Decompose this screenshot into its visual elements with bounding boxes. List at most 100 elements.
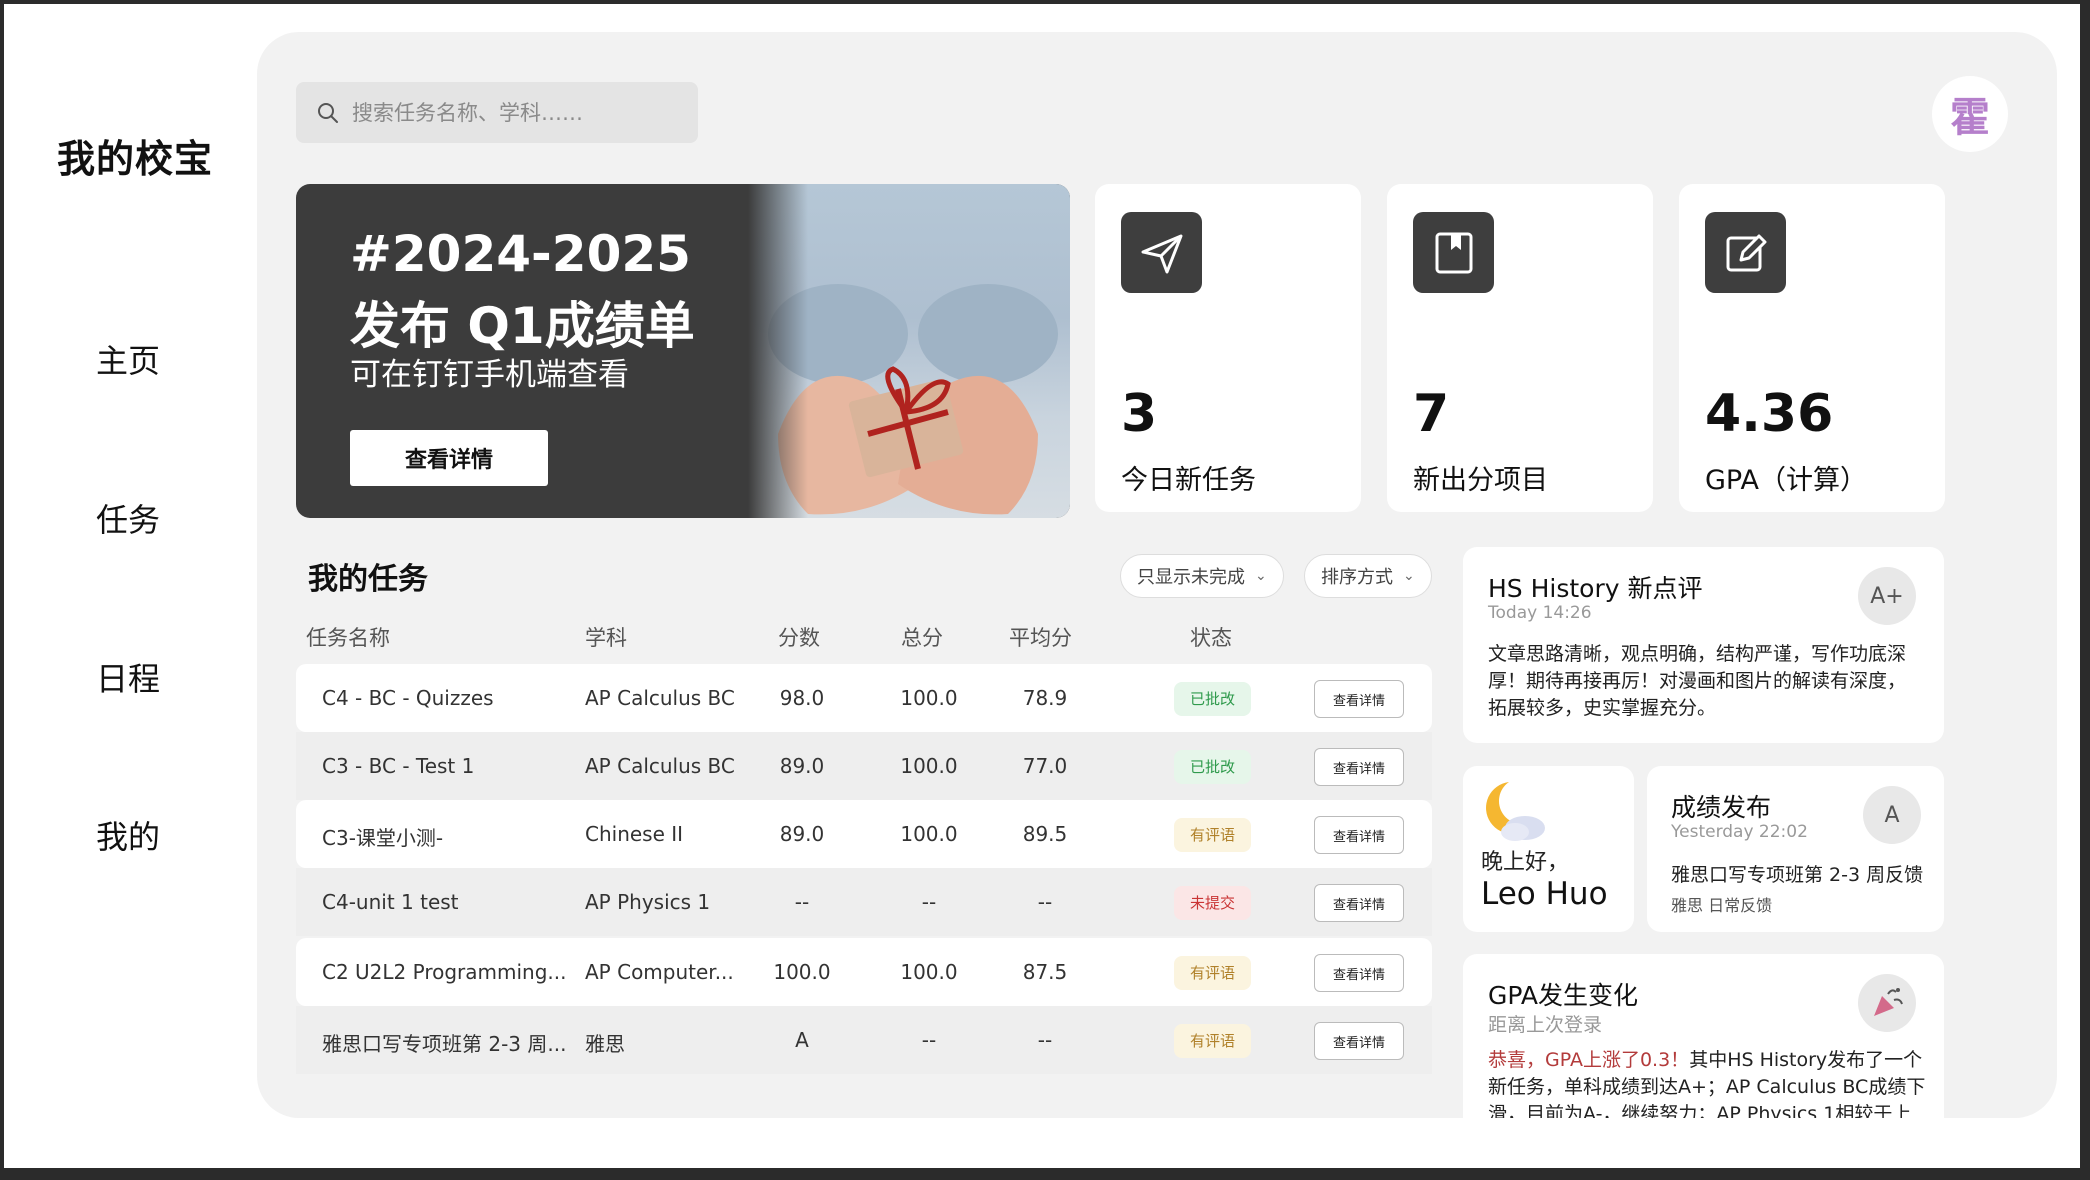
stat-card-gpa[interactable]: 4.36 GPA（计算）	[1679, 184, 1945, 512]
avatar[interactable]: 霍	[1932, 76, 2008, 152]
table-row[interactable]: C4 - BC - Quizzes AP Calculus BC 98.0 100.0…	[296, 664, 1432, 732]
score-cell: A	[795, 1028, 809, 1052]
grade-card-time: Yesterday 22:02	[1671, 822, 1808, 842]
bookmark-book-icon	[1413, 212, 1494, 293]
average-cell: --	[1037, 1028, 1053, 1052]
grade-card-title: 成绩发布	[1671, 793, 1772, 822]
stat-value: 7	[1413, 384, 1450, 444]
gpa-highlight: 恭喜，GPA上涨了0.3！	[1488, 1049, 1690, 1071]
task-name-cell: C3 - BC - Test 1	[322, 754, 475, 778]
average-cell: 89.5	[1022, 822, 1068, 846]
sidebar-item-schedule[interactable]: 日程	[96, 654, 160, 700]
total-cell: --	[921, 890, 937, 914]
status-badge: 未提交	[1174, 886, 1252, 920]
tasks-section-title: 我的任务	[308, 562, 428, 597]
table-row[interactable]: C2 U2L2 Programming... AP Computer... 100.…	[296, 938, 1432, 1006]
view-details-button[interactable]: 查看详情	[1314, 680, 1404, 718]
column-header-average[interactable]: 平均分	[1009, 622, 1072, 652]
sidebar-item-tasks[interactable]: 任务	[96, 495, 160, 541]
status-badge: 已批改	[1174, 750, 1252, 784]
sidebar-item-me[interactable]: 我的	[96, 812, 160, 858]
greeting-text: 晚上好，	[1481, 850, 1570, 875]
column-header-total[interactable]: 总分	[901, 622, 943, 652]
status-badge: 有评语	[1174, 956, 1252, 990]
party-popper-icon	[1858, 974, 1916, 1032]
score-cell: 98.0	[779, 686, 825, 710]
greeting-card: 晚上好， Leo Huo	[1463, 766, 1634, 932]
stat-value: 4.36	[1705, 384, 1834, 444]
banner-details-button[interactable]: 查看详情	[350, 430, 548, 486]
view-details-button[interactable]: 查看详情	[1314, 748, 1404, 786]
score-cell: --	[794, 890, 810, 914]
total-cell: 100.0	[900, 754, 958, 778]
search-input[interactable]	[352, 100, 692, 125]
edit-icon	[1705, 212, 1786, 293]
stat-label: 今日新任务	[1121, 465, 1256, 496]
score-cell: 89.0	[779, 754, 825, 778]
task-name-cell: C4 - BC - Quizzes	[322, 686, 494, 710]
task-name-cell: C2 U2L2 Programming...	[322, 960, 567, 984]
total-cell: 100.0	[900, 686, 958, 710]
average-cell: 78.9	[1022, 686, 1068, 710]
view-details-button[interactable]: 查看详情	[1314, 884, 1404, 922]
stat-card-new-tasks[interactable]: 3 今日新任务	[1095, 184, 1361, 512]
status-badge: 有评语	[1174, 1024, 1252, 1058]
history-review-card[interactable]: HS History 新点评 Today 14:26 A+ 文章思路清晰，观点明…	[1463, 547, 1944, 743]
table-row[interactable]: C4-unit 1 test AP Physics 1 -- -- -- 未提交 查看详情	[296, 868, 1432, 936]
total-cell: 100.0	[900, 960, 958, 984]
status-badge: 有评语	[1174, 818, 1252, 852]
average-cell: 87.5	[1022, 960, 1068, 984]
column-header-subject[interactable]: 学科	[585, 622, 627, 652]
moon-cloud-icon	[1479, 776, 1555, 848]
subject-cell: 雅思	[585, 1032, 625, 1056]
subject-cell: Chinese II	[585, 822, 684, 846]
send-icon	[1121, 212, 1202, 293]
gpa-change-card[interactable]: GPA发生变化 距离上次登录 恭喜，GPA上涨了0.3！其中HS History…	[1463, 954, 1944, 1118]
filter-incomplete-dropdown[interactable]: 只显示未完成 ⌄	[1120, 554, 1284, 598]
task-name-cell: 雅思口写专项班第 2-3 周...	[322, 1032, 567, 1056]
stat-label: 新出分项目	[1413, 465, 1548, 496]
sort-label: 排序方式	[1321, 567, 1393, 588]
view-details-button[interactable]: 查看详情	[1314, 816, 1404, 854]
grade-badge: A	[1863, 786, 1921, 844]
review-card-time: Today 14:26	[1488, 603, 1592, 623]
user-name: Leo Huo	[1481, 876, 1608, 912]
review-card-title: HS History 新点评	[1488, 574, 1703, 603]
table-row[interactable]: 雅思口写专项班第 2-3 周... 雅思 A -- -- 有评语 查看详情	[296, 1006, 1432, 1074]
banner-title-line1: #2024-2025	[350, 225, 691, 283]
column-header-name[interactable]: 任务名称	[306, 622, 390, 652]
average-cell: 77.0	[1022, 754, 1068, 778]
grade-release-card[interactable]: 成绩发布 Yesterday 22:02 A 雅思口写专项班第 2-3 周反馈 …	[1647, 766, 1944, 932]
task-name-cell: C4-unit 1 test	[322, 890, 459, 914]
score-cell: 89.0	[779, 822, 825, 846]
view-details-button[interactable]: 查看详情	[1314, 954, 1404, 992]
app-page: 我的校宝 主页 任务 日程 我的 霍	[4, 4, 2080, 1168]
task-name-cell: C3-课堂小测-	[322, 826, 444, 850]
status-badge: 已批改	[1174, 682, 1252, 716]
table-row[interactable]: C3 - BC - Test 1 AP Calculus BC 89.0 100.0 7…	[296, 732, 1432, 800]
sidebar-item-home[interactable]: 主页	[96, 336, 160, 382]
grade-badge: A+	[1858, 567, 1916, 625]
banner-title: #2024-2025 发布 Q1成绩单	[350, 218, 695, 362]
announcement-banner: #2024-2025 发布 Q1成绩单 可在钉钉手机端查看 查看详情	[296, 184, 1070, 518]
sort-dropdown[interactable]: 排序方式 ⌄	[1304, 554, 1432, 598]
table-row[interactable]: C3-课堂小测- Chinese II 89.0 100.0 89.5 有评语 查看详情	[296, 800, 1432, 868]
subject-cell: AP Calculus BC	[585, 754, 735, 778]
total-cell: 100.0	[900, 822, 958, 846]
stat-label: GPA（计算）	[1705, 465, 1867, 496]
subject-cell: AP Computer...	[585, 960, 734, 984]
score-cell: 100.0	[773, 960, 831, 984]
gpa-card-subtitle: 距离上次登录	[1488, 1014, 1603, 1036]
search-bar[interactable]	[296, 82, 698, 143]
banner-subtitle: 可在钉钉手机端查看	[350, 357, 629, 393]
subject-cell: AP Calculus BC	[585, 686, 735, 710]
view-details-button[interactable]: 查看详情	[1314, 1022, 1404, 1060]
brand-title: 我的校宝	[57, 137, 214, 181]
grade-card-line2: 雅思 日常反馈	[1671, 896, 1773, 915]
gpa-card-title: GPA发生变化	[1488, 981, 1638, 1010]
review-card-body: 文章思路清晰，观点明确，结构严谨，写作功底深厚！期待再接再厉！对漫画和图片的解读…	[1488, 643, 1907, 719]
stat-card-new-scores[interactable]: 7 新出分项目	[1387, 184, 1653, 512]
column-header-score[interactable]: 分数	[778, 622, 820, 652]
chevron-down-icon: ⌄	[1255, 568, 1267, 584]
column-header-status[interactable]: 状态	[1190, 622, 1232, 652]
